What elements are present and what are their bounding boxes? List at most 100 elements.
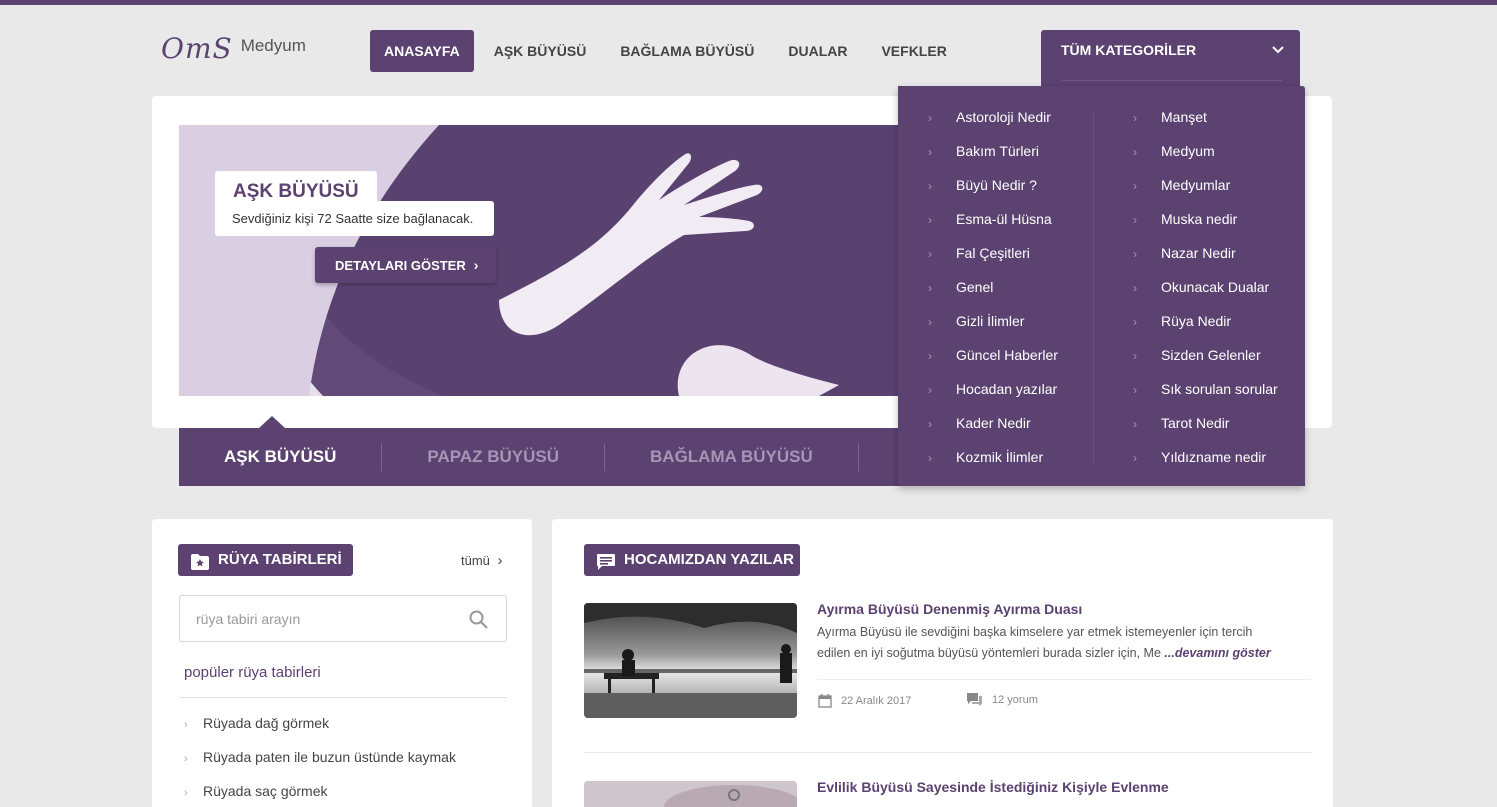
category-item[interactable]: › Hocadan yazılar	[928, 372, 1058, 406]
category-item[interactable]: › Okunacak Dualar	[1133, 270, 1278, 304]
chevron-right-icon: ›	[928, 349, 932, 363]
category-item[interactable]: › Güncel Haberler	[928, 338, 1058, 372]
category-item[interactable]: › Büyü Nedir ?	[928, 168, 1058, 202]
dropdown-column-divider	[1093, 110, 1094, 466]
chevron-right-icon: ›	[497, 552, 503, 569]
logo-text: Medyum	[240, 36, 306, 55]
chevron-right-icon: ›	[184, 787, 188, 799]
post-excerpt: Ayırma Büyüsü ile sevdiğini başka kimsel…	[817, 625, 1271, 660]
post-meta-separator	[817, 679, 1311, 680]
nav-ask-buyusu[interactable]: AŞK BÜYÜSÜ	[480, 30, 601, 72]
chevron-right-icon: ›	[1133, 349, 1137, 363]
chevron-right-icon: ›	[928, 179, 932, 193]
post-thumbnail[interactable]	[584, 603, 797, 718]
hero-subtitle: Sevdiğiniz kişi 72 Saatte size bağlanaca…	[215, 201, 494, 236]
post-date: 22 Aralık 2017	[818, 694, 911, 708]
chevron-right-icon: ›	[1133, 451, 1137, 465]
chevron-right-icon: ›	[1133, 417, 1137, 431]
category-item[interactable]: › Bakım Türleri	[928, 134, 1058, 168]
category-item[interactable]: › Kozmik İlimler	[928, 440, 1058, 474]
logo-mark: OmS	[161, 32, 233, 65]
category-item[interactable]: › Esma-ül Hüsna	[928, 202, 1058, 236]
chevron-right-icon: ›	[928, 213, 932, 227]
all-categories-button[interactable]: TÜM KATEGORİLER	[1041, 30, 1300, 90]
chevron-right-icon: ›	[928, 383, 932, 397]
chevron-right-icon: ›	[1133, 383, 1137, 397]
calendar-icon	[818, 694, 832, 708]
chevron-right-icon: ›	[1133, 247, 1137, 261]
chevron-right-icon: ›	[928, 315, 932, 329]
dream-item[interactable]: › Rüyada dağ görmek	[184, 709, 456, 743]
popular-dreams-list: › Rüyada dağ görmek › Rüyada paten ile buz…	[184, 709, 456, 807]
comments-icon	[967, 693, 982, 706]
dropdown-header-divider	[1061, 80, 1282, 81]
all-dreams-link[interactable]: tümü ›	[461, 552, 503, 569]
chevron-right-icon: ›	[928, 451, 932, 465]
category-item[interactable]: › Tarot Nedir	[1133, 406, 1278, 440]
category-item[interactable]: › Gizli İlimler	[928, 304, 1058, 338]
dream-section-title: RÜYA TABİRLERİ	[178, 544, 353, 576]
post-divider	[584, 752, 1311, 753]
tab-papaz-buyusu[interactable]: PAPAZ BÜYÜSÜ	[382, 443, 606, 471]
dream-search-input[interactable]	[180, 596, 440, 641]
category-item[interactable]: › Yıldızname nedir	[1133, 440, 1278, 474]
chevron-right-icon: ›	[473, 257, 479, 273]
categories-dropdown: › Astoroloji Nedir › Bakım Türleri › Büyü N…	[898, 86, 1305, 486]
chevron-right-icon: ›	[928, 145, 932, 159]
category-item[interactable]: › Rüya Nedir	[1133, 304, 1278, 338]
post-thumbnail[interactable]	[584, 781, 797, 807]
post-comments[interactable]: 12 yorum	[966, 692, 1038, 707]
category-item[interactable]: › Astoroloji Nedir	[928, 100, 1058, 134]
post-title-link[interactable]: Evlilik Büyüsü Sayesinde İstediğiniz Kiş…	[817, 779, 1169, 795]
main-nav: ANASAYFA AŞK BÜYÜSÜ BAĞLAMA BÜYÜSÜ DUALA…	[370, 30, 967, 72]
category-item[interactable]: › Nazar Nedir	[1133, 236, 1278, 270]
chevron-right-icon: ›	[1133, 315, 1137, 329]
star-folder-icon	[190, 551, 210, 570]
chevron-right-icon: ›	[1133, 281, 1137, 295]
chevron-down-icon	[1272, 43, 1284, 57]
nav-home[interactable]: ANASAYFA	[370, 30, 474, 72]
chevron-right-icon: ›	[928, 417, 932, 431]
category-item[interactable]: › Muska nedir	[1133, 202, 1278, 236]
dream-item[interactable]: › Rüyada saç görmek	[184, 777, 456, 807]
show-details-label: DETAYLARI GÖSTER	[335, 258, 466, 273]
active-tab-pointer	[259, 416, 285, 428]
chevron-right-icon: ›	[928, 247, 932, 261]
nav-dualar[interactable]: DUALAR	[774, 30, 861, 72]
category-item[interactable]: › Sizden Gelenler	[1133, 338, 1278, 372]
nav-baglama-buyusu[interactable]: BAĞLAMA BÜYÜSÜ	[606, 30, 768, 72]
popular-dreams-title: popüler rüya tabirleri	[184, 664, 321, 681]
post-title-link[interactable]: Ayırma Büyüsü Denenmiş Ayırma Duası	[817, 601, 1082, 617]
articles-section-title: HOCAMIZDAN YAZILAR	[584, 544, 800, 576]
category-item[interactable]: › Fal Çeşitleri	[928, 236, 1058, 270]
popular-divider	[179, 697, 507, 698]
nav-vefkler[interactable]: VEFKLER	[867, 30, 960, 72]
category-item[interactable]: › Kader Nedir	[928, 406, 1058, 440]
dream-item[interactable]: › Rüyada paten ile buzun üstünde kaymak	[184, 743, 456, 777]
tab-ask-buyusu[interactable]: AŞK BÜYÜSÜ	[179, 443, 383, 471]
all-categories-label: TÜM KATEGORİLER	[1061, 42, 1197, 58]
read-more-link[interactable]: ...devamını göster	[1164, 646, 1270, 660]
category-item[interactable]: › Medyumlar	[1133, 168, 1278, 202]
dream-search	[179, 595, 507, 642]
top-accent-bar	[0, 0, 1497, 5]
categories-column-right: › Manşet › Medyum › Medyumlar › Muska nedir …	[1133, 100, 1278, 474]
chevron-right-icon: ›	[184, 719, 188, 731]
search-icon[interactable]	[469, 610, 488, 634]
tab-baglama-buyusu[interactable]: BAĞLAMA BÜYÜSÜ	[605, 443, 859, 471]
show-details-button[interactable]: DETAYLARI GÖSTER ›	[315, 247, 496, 283]
chevron-right-icon: ›	[1133, 179, 1137, 193]
category-item[interactable]: › Sık sorulan sorular	[1133, 372, 1278, 406]
chevron-right-icon: ›	[1133, 213, 1137, 227]
category-item[interactable]: › Manşet	[1133, 100, 1278, 134]
chevron-right-icon: ›	[928, 281, 932, 295]
categories-column-left: › Astoroloji Nedir › Bakım Türleri › Büyü N…	[928, 100, 1058, 474]
chevron-right-icon: ›	[184, 753, 188, 765]
category-item[interactable]: › Genel	[928, 270, 1058, 304]
chevron-right-icon: ›	[1133, 145, 1137, 159]
site-logo[interactable]: OmS Medyum	[161, 34, 306, 64]
chat-bubble-icon	[596, 551, 616, 570]
chevron-right-icon: ›	[1133, 111, 1137, 125]
chevron-right-icon: ›	[928, 111, 932, 125]
category-item[interactable]: › Medyum	[1133, 134, 1278, 168]
